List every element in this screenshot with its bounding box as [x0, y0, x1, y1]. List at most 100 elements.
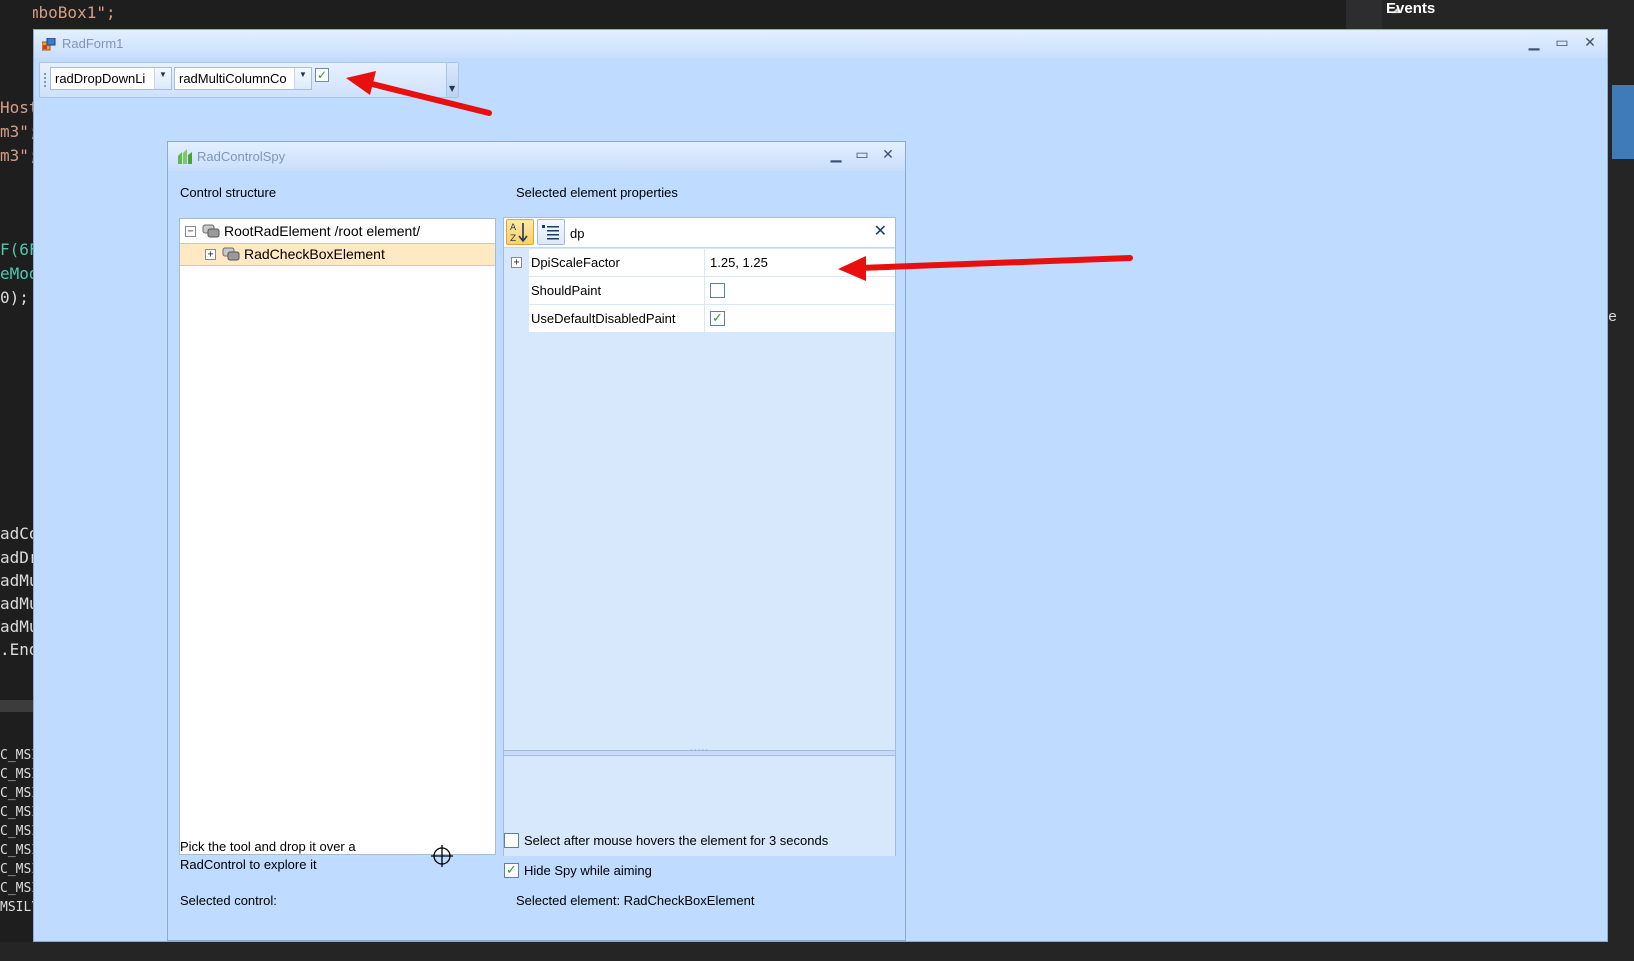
- crosshair-tool-icon[interactable]: [431, 845, 453, 867]
- code-line: adDr: [0, 548, 33, 567]
- telerik-spy-icon: [178, 149, 192, 164]
- hover-select-checkbox[interactable]: [504, 833, 519, 848]
- sort-az-icon: A Z: [510, 223, 528, 244]
- code-line: m3";: [0, 122, 33, 141]
- hide-spy-label: Hide Spy while aiming: [524, 863, 652, 878]
- list-view-icon: [542, 225, 559, 240]
- maximize-button[interactable]: ▭: [1551, 34, 1573, 52]
- toolbar-overflow-button[interactable]: ▼: [446, 63, 458, 97]
- categorized-view-button[interactable]: [537, 219, 565, 245]
- output-line: MSIL\System.Xml\v4.: [0, 900, 33, 915]
- tree-node-label: RadCheckBoxElement: [244, 246, 385, 262]
- property-name-text: DpiScaleFactor: [531, 255, 620, 270]
- code-line: adMu: [0, 594, 33, 613]
- properties-label: Selected element properties: [516, 185, 678, 200]
- code-line: m3";: [0, 146, 33, 165]
- collapse-icon[interactable]: −: [185, 226, 196, 237]
- chevron-down-icon[interactable]: ▼: [294, 68, 311, 89]
- radMultiColumnComboBox-combo[interactable]: radMultiColumnCo ▼: [174, 67, 312, 90]
- ide-selected-tab[interactable]: [1612, 85, 1634, 159]
- selected-element-label: Selected element: RadCheckBoxElement: [516, 893, 755, 908]
- property-grid: A Z ✕ + DpiScaleFactor 1.25,: [503, 217, 896, 856]
- minimize-button[interactable]: ▁: [825, 146, 847, 164]
- property-value[interactable]: ✓: [705, 305, 895, 333]
- maximize-button[interactable]: ▭: [851, 146, 873, 164]
- control-structure-tree[interactable]: − RootRadElement /root element/ + RadChe…: [179, 218, 496, 855]
- toolbar-checkbox[interactable]: ✓: [315, 68, 329, 82]
- property-name: DpiScaleFactor: [529, 249, 705, 277]
- svg-text:Z: Z: [510, 234, 516, 244]
- output-line: C_MSI: [0, 748, 33, 763]
- radform-titlebar[interactable]: RadForm1 ▁ ▭ ✕: [34, 30, 1607, 58]
- property-value[interactable]: 1.25, 1.25: [705, 249, 895, 277]
- element-node-icon: [222, 247, 240, 261]
- output-line: C_MSI: [0, 843, 33, 858]
- code-line: Host: [0, 98, 33, 117]
- tree-node-root[interactable]: − RootRadElement /root element/: [180, 221, 495, 244]
- spy-titlebar[interactable]: RadControlSpy ▁ ▭ ✕: [168, 142, 905, 171]
- toolbar-grip[interactable]: [44, 73, 47, 87]
- property-name: ShouldPaint: [529, 277, 705, 305]
- row-gutter: +: [504, 249, 529, 277]
- chevron-down-icon[interactable]: ▼: [154, 68, 171, 89]
- code-line: .End: [0, 640, 33, 659]
- output-line: C_MSI: [0, 824, 33, 839]
- form-icon: [42, 38, 56, 51]
- control-structure-label: Control structure: [180, 185, 277, 200]
- clear-search-icon[interactable]: ✕: [874, 221, 887, 240]
- code-line: adCo: [0, 524, 33, 543]
- ide-output-panel: C_MSI C_MSI C_MSI C_MSI C_MSI C_MSI C_MSI C_MSI…: [0, 730, 33, 961]
- hover-select-label: Select after mouse hovers the element fo…: [524, 833, 829, 848]
- output-line: C_MSI: [0, 881, 33, 896]
- minimize-button[interactable]: ▁: [1523, 34, 1545, 52]
- ide-code-top: nComboBox1";: [0, 0, 1340, 29]
- code-line: adMu: [0, 571, 33, 590]
- code-line: eMod: [0, 264, 33, 283]
- property-name-text: ShouldPaint: [531, 283, 602, 298]
- radcontrolspy-window: RadControlSpy ▁ ▭ ✕ Control structure Se…: [167, 141, 906, 941]
- spy-title: RadControlSpy: [197, 149, 286, 164]
- row-gutter: [504, 305, 529, 333]
- code-line: F(6F: [0, 240, 33, 259]
- ide-code-editor: Host m3"; m3"; F(6F eMod 0); adCo adDr adMu adMu a…: [0, 0, 33, 700]
- output-line: C_MSI: [0, 767, 33, 782]
- events-section-header[interactable]: Events: [1386, 0, 1435, 17]
- radform-toolbar: radDropDownLi ▼ radMultiColumnCo ▼ ✓ ▼: [39, 62, 459, 98]
- property-row-shouldpaint[interactable]: ShouldPaint: [504, 277, 895, 305]
- property-name-text: UseDefaultDisabledPaint: [531, 311, 676, 326]
- ide-horizontal-scrollbar[interactable]: [0, 700, 33, 712]
- output-line: C_MSI: [0, 805, 33, 820]
- property-name: UseDefaultDisabledPaint: [529, 305, 705, 333]
- property-value-text: 1.25, 1.25: [710, 255, 768, 270]
- close-button[interactable]: ✕: [1579, 34, 1601, 52]
- multicolumn-text: radMultiColumnCo: [179, 71, 287, 86]
- radDropDownList-combo[interactable]: radDropDownLi ▼: [50, 67, 172, 90]
- pick-tool-hint-line2: RadControl to explore it: [180, 857, 317, 872]
- property-value[interactable]: [705, 277, 895, 305]
- radform-title: RadForm1: [62, 36, 124, 51]
- element-node-icon: [202, 224, 220, 238]
- usedefaultdisabledpaint-checkbox[interactable]: ✓: [710, 311, 725, 326]
- property-row-usedefaultdisabledpaint[interactable]: UseDefaultDisabledPaint ✓: [504, 305, 895, 333]
- code-line: adMu: [0, 617, 33, 636]
- hide-spy-checkbox[interactable]: ✓: [504, 863, 519, 878]
- row-gutter: [504, 277, 529, 305]
- expand-icon[interactable]: +: [205, 249, 216, 260]
- property-row-dpiscalefactor[interactable]: + DpiScaleFactor 1.25, 1.25: [504, 249, 895, 277]
- selected-control-label: Selected control:: [180, 893, 277, 908]
- tree-node-label: RootRadElement /root element/: [224, 223, 421, 239]
- overflow-arrow-icon: ▼: [449, 84, 456, 93]
- dropdown-text: radDropDownLi: [55, 71, 146, 86]
- close-button[interactable]: ✕: [877, 146, 899, 164]
- splitter-grip-icon: ·····: [689, 746, 710, 756]
- code-line: 0);: [0, 288, 29, 307]
- expand-icon[interactable]: +: [511, 257, 522, 268]
- tree-node-checkbox-element[interactable]: + RadCheckBoxElement: [180, 243, 495, 266]
- output-line: C_MSI: [0, 862, 33, 877]
- sort-alphabetical-button[interactable]: A Z: [506, 219, 534, 245]
- shouldpaint-checkbox[interactable]: [710, 283, 725, 298]
- svg-text:A: A: [510, 223, 517, 233]
- property-search-input[interactable]: [570, 222, 860, 244]
- pick-tool-hint-line1: Pick the tool and drop it over a: [180, 839, 356, 854]
- ide-status-bar: [0, 942, 1634, 961]
